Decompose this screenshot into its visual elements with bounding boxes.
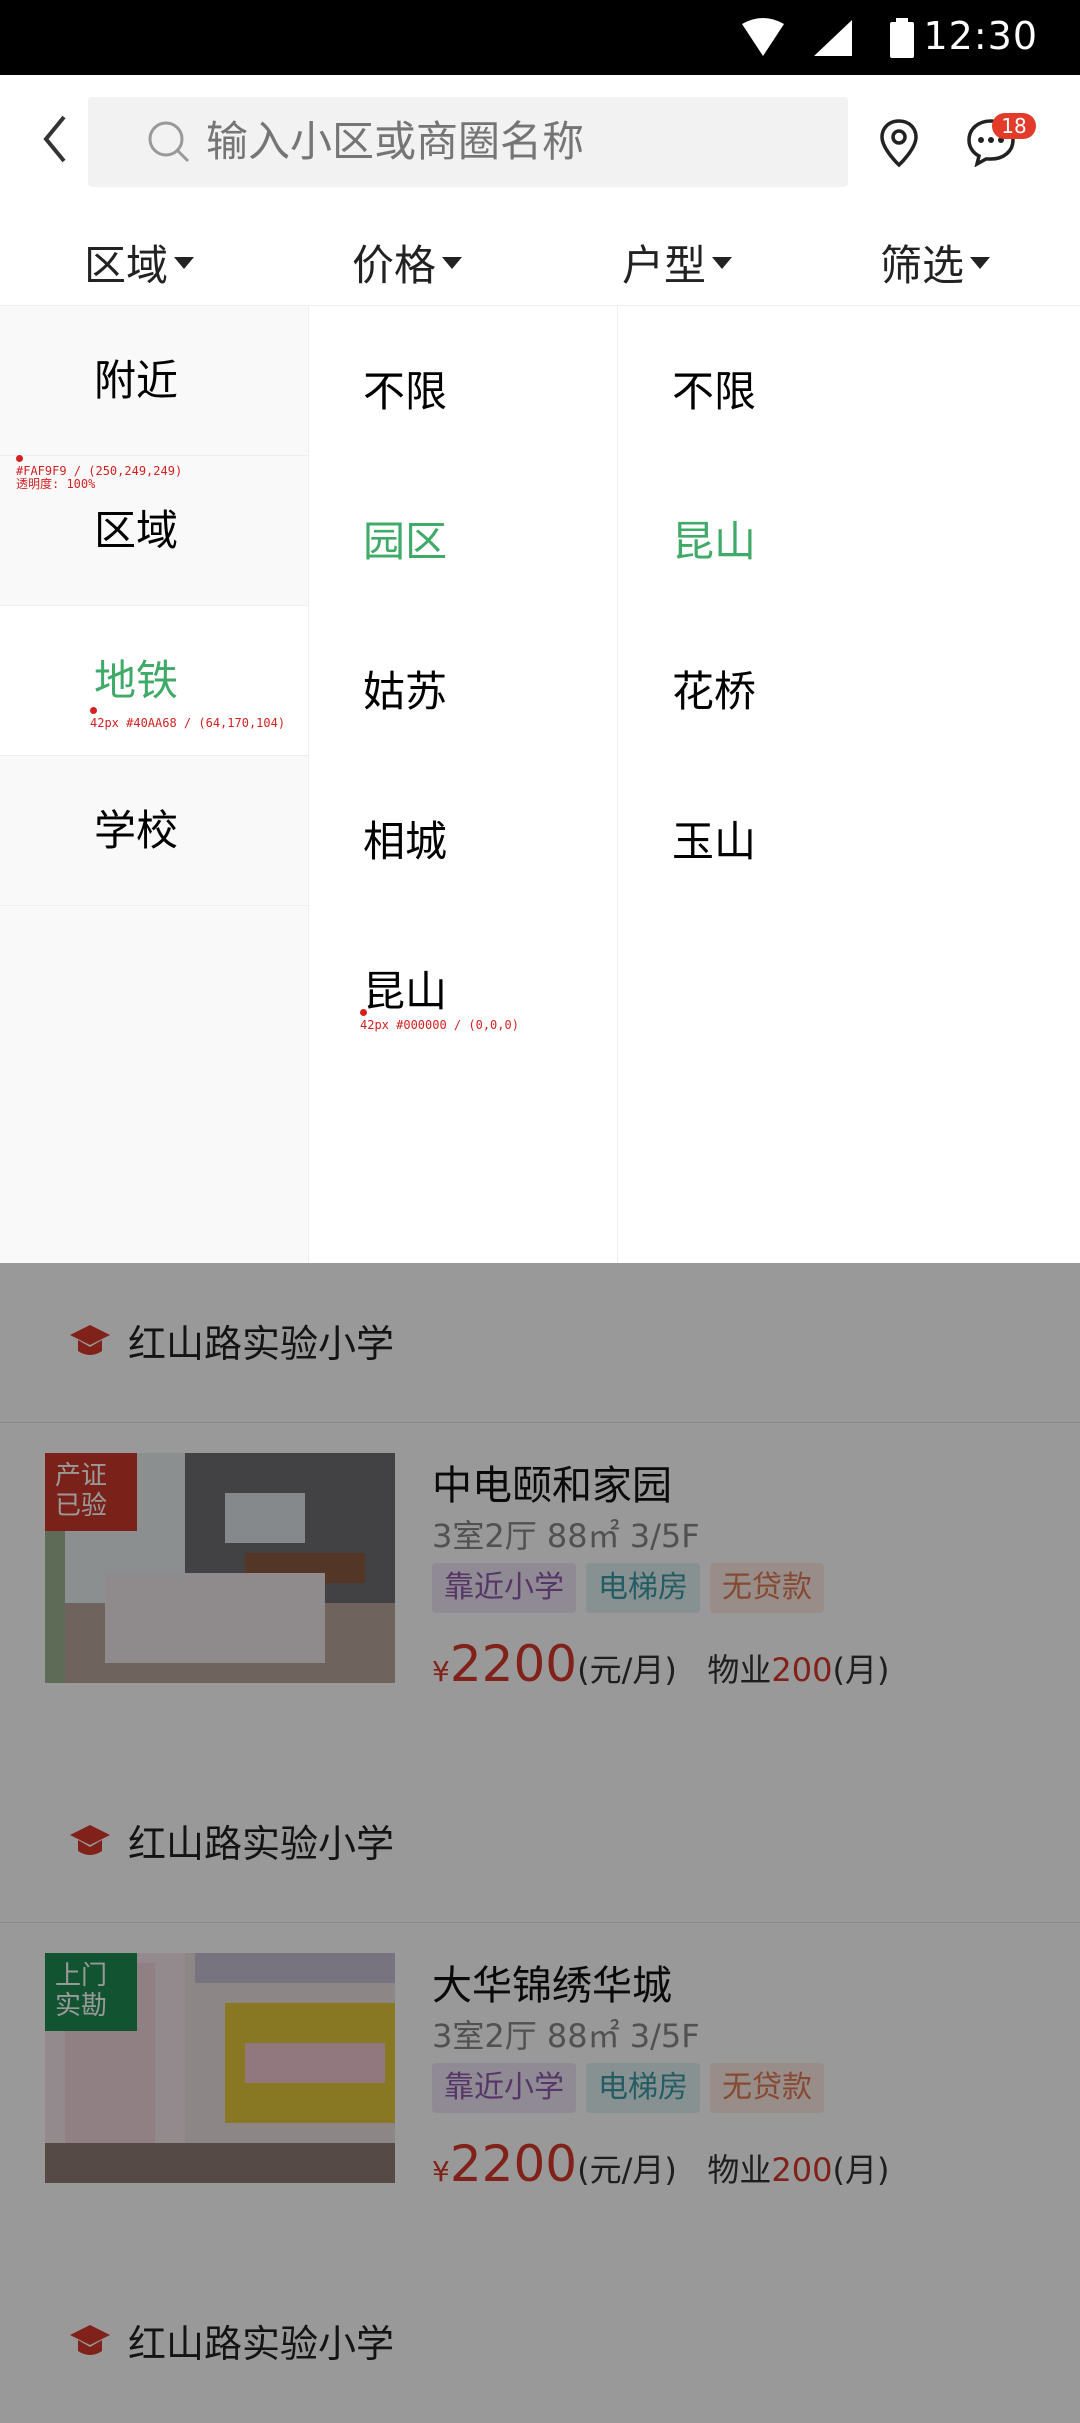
search-icon (148, 121, 190, 163)
header: 18 (0, 75, 1080, 210)
annotation-text: 42px #40AA68 / (64,170,104) (90, 716, 286, 730)
annotation-pin-icon (360, 1009, 367, 1016)
subarea-option[interactable]: 花桥 (672, 658, 756, 719)
district-option[interactable]: 姑苏 (363, 658, 447, 719)
annotation-text: 42px #000000 / (0,0,0) (360, 1018, 519, 1032)
status-bar: 12:30 (0, 0, 1080, 75)
category-subway[interactable]: 地铁 (0, 606, 308, 756)
area-dropdown-panel: 附近 区域 地铁 学校 不限 园区 姑苏 相城 昆山 不限 昆山 花桥 玉山 #… (0, 306, 1080, 1263)
spec-annotation: 42px #40AA68 / (64,170,104) (90, 704, 285, 730)
district-option[interactable]: 园区 (363, 508, 447, 569)
location-pin-icon[interactable] (878, 117, 920, 169)
filter-area[interactable]: 区域 (84, 232, 195, 293)
filter-label: 区域 (84, 241, 169, 290)
caret-down-icon (442, 256, 463, 269)
annotation-pin-icon (90, 707, 97, 714)
filter-label: 户型 (622, 241, 707, 290)
filter-layout[interactable]: 户型 (622, 232, 733, 293)
category-school[interactable]: 学校 (0, 756, 308, 906)
district-option[interactable]: 相城 (363, 808, 447, 869)
caret-down-icon (970, 256, 991, 269)
back-arrow-icon[interactable] (40, 113, 70, 165)
caret-down-icon (174, 256, 195, 269)
category-column: 附近 区域 地铁 学校 (0, 306, 308, 1263)
subarea-column: 不限 昆山 花桥 玉山 (618, 306, 1080, 1263)
filter-label: 筛选 (880, 241, 965, 290)
annotation-pin-icon (16, 455, 23, 462)
search-input[interactable] (206, 97, 826, 187)
filter-price[interactable]: 价格 (352, 232, 463, 293)
filter-more[interactable]: 筛选 (880, 232, 991, 293)
subarea-option[interactable]: 不限 (672, 358, 756, 419)
search-bar[interactable] (88, 97, 848, 187)
signal-icon (814, 20, 852, 56)
spec-annotation: 42px #000000 / (0,0,0) (360, 1006, 519, 1032)
annotation-text: 透明度: 100% (16, 477, 96, 491)
subarea-option[interactable]: 昆山 (672, 508, 756, 569)
district-option[interactable]: 不限 (363, 358, 447, 419)
subarea-option[interactable]: 玉山 (672, 808, 756, 869)
category-nearby[interactable]: 附近 (0, 306, 308, 456)
message-badge: 18 (992, 113, 1036, 139)
filter-label: 价格 (352, 241, 437, 290)
filter-bar: 区域 价格 户型 筛选 (0, 210, 1080, 306)
district-column: 不限 园区 姑苏 相城 昆山 (308, 306, 618, 1263)
spec-annotation: #FAF9F9 / (250,249,249) 透明度: 100% (16, 452, 182, 491)
status-time: 12:30 (923, 14, 1038, 58)
caret-down-icon (712, 256, 733, 269)
dim-overlay[interactable] (0, 1263, 1080, 2423)
battery-icon (890, 18, 914, 58)
wifi-icon (742, 18, 784, 56)
